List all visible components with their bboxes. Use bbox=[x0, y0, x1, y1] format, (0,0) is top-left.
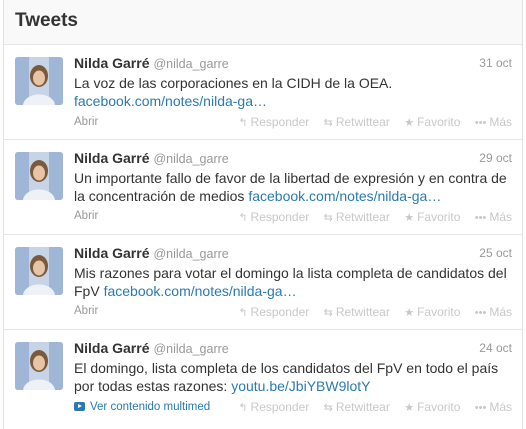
expand-link[interactable]: Abrir bbox=[74, 305, 98, 317]
tweet-text: El domingo, lista completa de los candid… bbox=[74, 359, 514, 395]
tweet-item[interactable]: Nilda Garré @nilda_garre 24 oct El doming… bbox=[4, 330, 522, 429]
star-icon: ★ bbox=[404, 307, 415, 319]
tweet-time[interactable]: 29 oct bbox=[479, 151, 512, 165]
reply-button[interactable]: ↰ Responder bbox=[238, 400, 309, 414]
media-play-icon bbox=[74, 402, 85, 411]
tweet-text: Un importante fallo de favor de la liber… bbox=[74, 169, 514, 205]
tweet-actions: ↰ Responder ⇆ Retwittear ★ Favorito ••• Más bbox=[227, 210, 512, 224]
tweet-author[interactable]: Nilda Garré @nilda_garre bbox=[74, 245, 229, 261]
reply-icon: ↰ bbox=[238, 307, 248, 319]
retweet-button[interactable]: ⇆ Retwittear bbox=[324, 115, 390, 129]
tweet-time[interactable]: 25 oct bbox=[479, 246, 512, 260]
tweet-link[interactable]: facebook.com/notes/nilda-ga… bbox=[74, 93, 267, 109]
expand-link[interactable]: Abrir bbox=[74, 116, 98, 128]
author-handle[interactable]: @nilda_garre bbox=[153, 152, 228, 166]
tweets-panel: Tweets Nilda Garré @nilda_garre 31 oct La… bbox=[3, 0, 523, 429]
favorite-button[interactable]: ★ Favorito bbox=[404, 210, 460, 224]
retweet-icon: ⇆ bbox=[323, 307, 333, 319]
tweet-item[interactable]: Nilda Garré @nilda_garre 29 oct Un import… bbox=[4, 140, 522, 235]
author-name[interactable]: Nilda Garré bbox=[74, 55, 149, 71]
tweet-time[interactable]: 31 oct bbox=[479, 56, 512, 70]
favorite-button[interactable]: ★ Favorito bbox=[404, 115, 460, 129]
retweet-button[interactable]: ⇆ Retwittear bbox=[324, 305, 390, 319]
retweet-icon: ⇆ bbox=[323, 212, 333, 224]
tweet-item[interactable]: Nilda Garré @nilda_garre 25 oct Mis razon… bbox=[4, 235, 522, 330]
avatar[interactable] bbox=[15, 247, 63, 295]
tweet-actions: ↰ Responder ⇆ Retwittear ★ Favorito ••• Más bbox=[227, 305, 512, 319]
star-icon: ★ bbox=[404, 117, 415, 129]
more-dots-icon: ••• bbox=[474, 402, 487, 414]
favorite-button[interactable]: ★ Favorito bbox=[404, 305, 460, 319]
tweet-item[interactable]: Nilda Garré @nilda_garre 31 oct La voz de… bbox=[4, 45, 522, 140]
tweet-actions: ↰ Responder ⇆ Retwittear ★ Favorito ••• Más bbox=[227, 115, 512, 129]
retweet-button[interactable]: ⇆ Retwittear bbox=[324, 210, 390, 224]
retweet-icon: ⇆ bbox=[323, 117, 333, 129]
expand-link[interactable]: Abrir bbox=[74, 210, 98, 222]
tweet-author[interactable]: Nilda Garré @nilda_garre bbox=[74, 340, 229, 356]
tweet-actions: ↰ Responder ⇆ Retwittear ★ Favorito ••• Más bbox=[227, 400, 512, 414]
more-dots-icon: ••• bbox=[474, 212, 487, 224]
view-media-link[interactable]: Ver contenido multimed bbox=[74, 401, 210, 413]
reply-icon: ↰ bbox=[238, 212, 248, 224]
author-name[interactable]: Nilda Garré bbox=[74, 245, 149, 261]
more-button[interactable]: ••• Más bbox=[475, 305, 512, 319]
favorite-button[interactable]: ★ Favorito bbox=[404, 400, 460, 414]
reply-button[interactable]: ↰ Responder bbox=[238, 210, 309, 224]
retweet-icon: ⇆ bbox=[323, 402, 333, 414]
more-button[interactable]: ••• Más bbox=[475, 400, 512, 414]
avatar[interactable] bbox=[15, 57, 63, 105]
author-name[interactable]: Nilda Garré bbox=[74, 150, 149, 166]
tweet-link[interactable]: facebook.com/notes/nilda-ga… bbox=[104, 283, 297, 299]
reply-button[interactable]: ↰ Responder bbox=[238, 115, 309, 129]
tweet-text: La voz de las corporaciones en la CIDH d… bbox=[74, 74, 514, 110]
tweet-author[interactable]: Nilda Garré @nilda_garre bbox=[74, 55, 229, 71]
star-icon: ★ bbox=[404, 212, 415, 224]
tweet-link[interactable]: youtu.be/JbiYBW9lotY bbox=[231, 378, 370, 394]
panel-title: Tweets bbox=[15, 10, 79, 31]
avatar[interactable] bbox=[15, 342, 63, 390]
tweet-text: Mis razones para votar el domingo la lis… bbox=[74, 264, 514, 300]
avatar[interactable] bbox=[15, 152, 63, 200]
author-handle[interactable]: @nilda_garre bbox=[153, 247, 228, 261]
more-dots-icon: ••• bbox=[474, 307, 487, 319]
author-handle[interactable]: @nilda_garre bbox=[153, 57, 228, 71]
more-button[interactable]: ••• Más bbox=[475, 115, 512, 129]
retweet-button[interactable]: ⇆ Retwittear bbox=[324, 400, 390, 414]
panel-header: Tweets bbox=[4, 0, 522, 45]
author-handle[interactable]: @nilda_garre bbox=[153, 342, 228, 356]
reply-button[interactable]: ↰ Responder bbox=[238, 305, 309, 319]
more-button[interactable]: ••• Más bbox=[475, 210, 512, 224]
tweet-body: La voz de las corporaciones en la CIDH d… bbox=[74, 75, 393, 91]
reply-icon: ↰ bbox=[238, 402, 248, 414]
author-name[interactable]: Nilda Garré bbox=[74, 340, 149, 356]
reply-icon: ↰ bbox=[238, 117, 248, 129]
more-dots-icon: ••• bbox=[474, 117, 487, 129]
star-icon: ★ bbox=[404, 402, 415, 414]
tweet-link[interactable]: facebook.com/notes/nilda-ga… bbox=[248, 188, 441, 204]
tweet-author[interactable]: Nilda Garré @nilda_garre bbox=[74, 150, 229, 166]
tweet-time[interactable]: 24 oct bbox=[479, 341, 512, 355]
